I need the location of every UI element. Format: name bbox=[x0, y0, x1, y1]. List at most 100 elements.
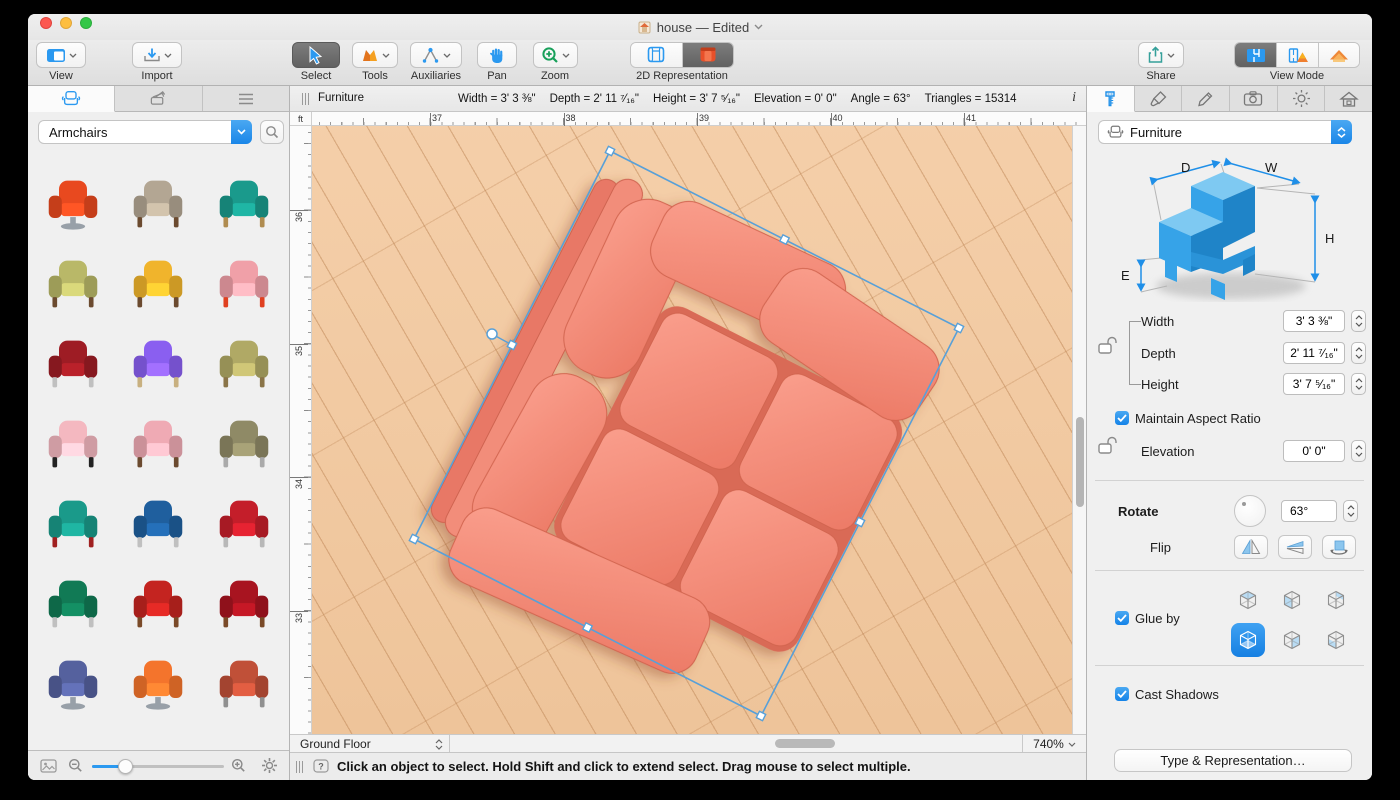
width-stepper[interactable] bbox=[1351, 310, 1366, 332]
type-representation-button[interactable]: Type & Representation… bbox=[1114, 749, 1352, 772]
divider bbox=[1095, 480, 1364, 481]
search-button[interactable] bbox=[260, 120, 284, 144]
library-item-pink-metal-frame-chair[interactable] bbox=[30, 404, 116, 484]
help-icon[interactable]: ? bbox=[313, 759, 329, 774]
category-dropdown[interactable]: Armchairs bbox=[38, 120, 252, 144]
rotate-input[interactable]: 63° bbox=[1281, 500, 1337, 522]
library-item-teal-high-back-chair[interactable] bbox=[30, 484, 116, 564]
maintain-aspect-ratio-checkbox[interactable] bbox=[1115, 411, 1129, 425]
library-item-olive-chrome-armchair[interactable] bbox=[201, 404, 287, 484]
inspector-dropdown-chevrons[interactable] bbox=[1331, 120, 1352, 144]
library-item-crimson-wooden-leg-armchair[interactable] bbox=[201, 564, 287, 644]
tab-building[interactable] bbox=[1325, 86, 1372, 111]
library-item-beige-club-armchair[interactable] bbox=[116, 164, 202, 244]
vertical-scrollbar[interactable] bbox=[1072, 126, 1086, 734]
tab-light[interactable] bbox=[1278, 86, 1326, 111]
depth-stepper[interactable] bbox=[1351, 342, 1366, 364]
glue-face-front[interactable] bbox=[1319, 623, 1353, 657]
elevation-lock-icon[interactable] bbox=[1097, 436, 1119, 455]
horizontal-scroll-thumb[interactable] bbox=[775, 739, 835, 748]
height-input[interactable]: 3' 7 ⁵⁄₁₆" bbox=[1283, 373, 1345, 395]
tab-dimensions[interactable] bbox=[1087, 86, 1135, 112]
rotate-handle[interactable] bbox=[487, 329, 497, 339]
thumbnail-size-slider[interactable] bbox=[92, 765, 224, 768]
depth-input[interactable]: 2' 11 ⁷⁄₁₆" bbox=[1283, 342, 1345, 364]
vertical-scroll-thumb[interactable] bbox=[1076, 417, 1084, 507]
library-item-dark-red-boxy-armchair[interactable] bbox=[30, 324, 116, 404]
tab-edit[interactable] bbox=[1182, 86, 1230, 111]
title-chevron-icon[interactable] bbox=[754, 24, 763, 30]
library-item-orange-round-swivel-chair[interactable] bbox=[116, 644, 202, 724]
tab-project-tree[interactable] bbox=[203, 86, 289, 111]
library-item-wicker-armchair-teal-cushion[interactable] bbox=[201, 164, 287, 244]
library-item-purple-armchair[interactable] bbox=[116, 324, 202, 404]
category-dropdown-chevron[interactable] bbox=[231, 120, 252, 144]
library-item-dark-green-cube-chair[interactable] bbox=[30, 564, 116, 644]
library-item-dark-blue-tub-chair[interactable] bbox=[116, 484, 202, 564]
cast-shadows-checkbox[interactable] bbox=[1115, 687, 1129, 701]
drag-handle-icon[interactable] bbox=[296, 761, 303, 773]
tab-materials[interactable] bbox=[1135, 86, 1183, 111]
library-item-red-wooden-leg-armchair[interactable] bbox=[116, 564, 202, 644]
glue-face-left[interactable] bbox=[1275, 583, 1309, 617]
share-button[interactable] bbox=[1138, 42, 1184, 68]
chevron-down-icon bbox=[562, 53, 570, 58]
auxiliaries-button[interactable] bbox=[410, 42, 462, 68]
width-input[interactable]: 3' 3 ⅜" bbox=[1283, 310, 1345, 332]
zoom-out-icon[interactable] bbox=[68, 758, 83, 773]
library-item-pink-armchair-red-trim[interactable] bbox=[201, 244, 287, 324]
floor-plan-icon bbox=[1245, 47, 1267, 64]
library-item-golden-tufted-armchair[interactable] bbox=[116, 244, 202, 324]
tools-button[interactable] bbox=[352, 42, 398, 68]
inspector-object-dropdown[interactable]: Furniture bbox=[1098, 120, 1352, 144]
rotate-3d-button[interactable] bbox=[1322, 535, 1356, 559]
height-stepper[interactable] bbox=[1351, 373, 1366, 395]
tab-materials-library[interactable] bbox=[115, 86, 202, 111]
dimensions-lock-icon[interactable] bbox=[1097, 336, 1119, 355]
library-item-navy-cube-swivel-chair[interactable] bbox=[30, 644, 116, 724]
zoom-tool-button[interactable] bbox=[533, 42, 578, 68]
select-tool-button[interactable] bbox=[292, 42, 340, 68]
pan-tool-button[interactable] bbox=[477, 42, 517, 68]
view-mode-3d-button[interactable] bbox=[1318, 43, 1359, 67]
glue-face-top[interactable] bbox=[1231, 583, 1265, 617]
library-item-mission-wood-armchair[interactable] bbox=[201, 324, 287, 404]
library-panel: Armchairs bbox=[28, 86, 290, 780]
drag-handle-icon[interactable] bbox=[302, 93, 309, 105]
zoom-level-control[interactable]: 740% bbox=[1022, 735, 1086, 753]
elevation-input[interactable]: 0' 0" bbox=[1283, 440, 1345, 462]
elevation-stepper[interactable] bbox=[1351, 440, 1366, 462]
flip-horizontal-button[interactable] bbox=[1234, 535, 1268, 559]
floor-plan-canvas[interactable] bbox=[312, 126, 1072, 734]
rotate-dial[interactable] bbox=[1234, 495, 1266, 527]
view-mode-2d-button[interactable] bbox=[1235, 43, 1276, 67]
library-item-rust-high-back-chair[interactable] bbox=[201, 644, 287, 724]
2d-rep-filled-button[interactable] bbox=[682, 43, 733, 67]
library-item-pink-art-deco-armchair[interactable] bbox=[116, 404, 202, 484]
select-cursor-icon bbox=[308, 46, 325, 65]
updown-arrows-icon bbox=[435, 739, 443, 750]
tab-furniture-library[interactable] bbox=[28, 86, 115, 112]
glue-face-right[interactable] bbox=[1275, 623, 1309, 657]
glue-face-bottom-selected[interactable] bbox=[1231, 623, 1265, 657]
library-item-orange-sculpted-swivel-chair[interactable] bbox=[30, 164, 116, 244]
import-button[interactable] bbox=[132, 42, 182, 68]
import-label: Import bbox=[141, 70, 172, 82]
glue-face-back[interactable] bbox=[1319, 583, 1353, 617]
slider-knob[interactable] bbox=[118, 759, 133, 774]
info-icon[interactable]: i bbox=[1072, 90, 1076, 106]
view-mode-split-button[interactable] bbox=[1276, 43, 1317, 67]
2d-rep-wireframe-button[interactable] bbox=[631, 43, 682, 67]
library-item-red-chrome-frame-armchair[interactable] bbox=[201, 484, 287, 564]
sofa-object[interactable] bbox=[406, 152, 965, 734]
zoom-in-icon[interactable] bbox=[231, 758, 246, 773]
thumbnail-view-icon[interactable] bbox=[40, 759, 57, 773]
rotate-stepper[interactable] bbox=[1343, 500, 1358, 522]
view-button[interactable] bbox=[36, 42, 86, 68]
library-item-olive-armchair[interactable] bbox=[30, 244, 116, 324]
floor-selector[interactable]: Ground Floor bbox=[290, 735, 450, 753]
tab-camera[interactable] bbox=[1230, 86, 1278, 111]
settings-gear-icon[interactable] bbox=[261, 757, 278, 774]
flip-vertical-button[interactable] bbox=[1278, 535, 1312, 559]
glue-by-checkbox[interactable] bbox=[1115, 611, 1129, 625]
